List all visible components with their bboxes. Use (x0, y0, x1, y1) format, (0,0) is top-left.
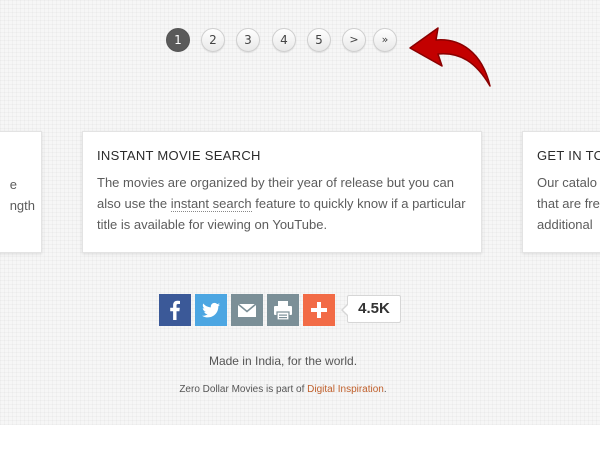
card-title: GET IN TO (537, 148, 600, 163)
red-arrow-icon (409, 27, 491, 87)
card-title: INSTANT MOVIE SEARCH (97, 148, 261, 163)
card-left-line: ngth (9, 198, 35, 213)
card-left-body: e ngth (10, 174, 35, 216)
digital-inspiration-link[interactable]: Digital Inspiration (307, 384, 384, 395)
feature-card-instant-search: INSTANT MOVIE SEARCH The movies are orga… (82, 131, 482, 253)
card-right-line: additional (537, 217, 593, 232)
page-button-3[interactable]: 3 (236, 28, 260, 52)
twitter-share-button[interactable] (195, 294, 227, 326)
plus-icon (303, 294, 335, 326)
page-button-5[interactable]: 5 (307, 28, 331, 52)
print-button[interactable] (267, 294, 299, 326)
page-button-1[interactable]: 1 (166, 28, 190, 52)
page-bottom-strip (0, 425, 600, 450)
instant-search-link[interactable]: instant search (170, 196, 252, 212)
feature-card-right: GET IN TO Our catalo that are fre additi… (522, 131, 600, 253)
more-share-button[interactable] (303, 294, 335, 326)
footer-credit: Zero Dollar Movies is part of Digital In… (0, 384, 566, 395)
share-count: 4.5K (341, 295, 401, 323)
twitter-icon (195, 294, 227, 326)
next-page-button[interactable]: > (342, 28, 366, 52)
email-share-button[interactable] (231, 294, 263, 326)
facebook-share-button[interactable] (159, 294, 191, 326)
credit-prefix: Zero Dollar Movies is part of (179, 384, 308, 395)
last-page-button[interactable]: » (373, 28, 397, 52)
card-right-line: Our catalo (537, 175, 597, 190)
mail-icon (231, 294, 263, 326)
footer-tagline: Made in India, for the world. (208, 354, 358, 368)
card-right-line: that are fre (537, 196, 600, 211)
card-body: Our catalo that are fre additional (537, 172, 600, 235)
print-icon (267, 294, 299, 326)
credit-suffix: . (383, 384, 387, 395)
page-button-4[interactable]: 4 (272, 28, 296, 52)
page-button-2[interactable]: 2 (201, 28, 225, 52)
card-left-line: e (9, 177, 17, 192)
card-body: The movies are organized by their year o… (97, 172, 467, 235)
feature-card-left: e ngth (0, 131, 42, 253)
facebook-icon (159, 294, 191, 326)
